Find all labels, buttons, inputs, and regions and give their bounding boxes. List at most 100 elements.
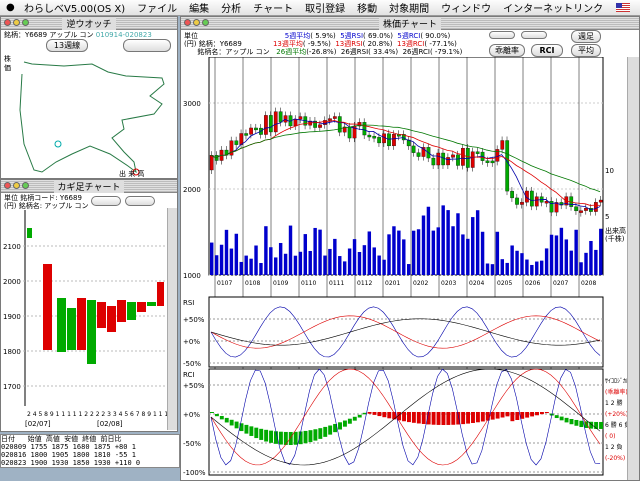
candle-body <box>392 134 396 147</box>
minimize-icon[interactable] <box>13 182 20 189</box>
candle-body <box>436 152 441 166</box>
month-label: 0204 <box>469 280 484 287</box>
candle-body <box>293 119 298 127</box>
volume-bar <box>520 253 524 275</box>
deviation-bar <box>466 412 471 424</box>
deviation-bar <box>288 431 293 445</box>
menu-edit[interactable]: 編集 <box>183 0 215 15</box>
kabuka-title-bar[interactable]: 株価チャート <box>181 16 639 30</box>
shuu-button[interactable]: 週足 <box>571 30 601 43</box>
rsi-tick: +0% <box>183 338 200 346</box>
menu-period[interactable]: 対象期間 <box>383 0 435 15</box>
deviation-bar <box>530 412 535 417</box>
us-flag-icon[interactable] <box>616 3 630 12</box>
deviation-bar <box>352 416 357 421</box>
rsi13-value: ( 20.8%) <box>362 40 393 48</box>
minimize-icon[interactable] <box>13 19 20 26</box>
menu-trade[interactable]: 取引登録 <box>299 0 351 15</box>
right-note: 1 2 負 <box>605 443 622 451</box>
deviation-bar <box>471 412 475 423</box>
rci-button[interactable]: RCI <box>531 44 563 57</box>
ma26-value: (-26.8%) <box>306 48 337 56</box>
volume-bar <box>584 252 588 275</box>
deviation-bar <box>411 412 416 423</box>
deviation-bar <box>584 421 589 428</box>
deviation-bar <box>210 412 214 413</box>
kabuka-scrollbar[interactable] <box>627 57 639 480</box>
average-button[interactable]: 平均 <box>571 44 601 57</box>
kagi-option-button-1[interactable] <box>91 196 121 206</box>
price-tick: 2000 <box>183 186 201 194</box>
menu-bar: ● わらしべV5.00(OS X) ファイル 編集 分析 チャート 取引登録 移… <box>0 0 640 16</box>
volume-bar <box>229 248 234 275</box>
kagi-bar <box>157 282 164 306</box>
deviation-bar <box>224 417 229 423</box>
volume-bar <box>239 261 243 275</box>
ma5-value: ( 5.9%) <box>310 32 336 40</box>
rci26-value: ( -79.1%) <box>429 48 463 56</box>
window-controls[interactable] <box>184 19 209 26</box>
kairi-button[interactable]: 乖離率 <box>489 44 525 57</box>
gyaku-title-bar[interactable]: 逆ウオッチ <box>1 16 177 30</box>
month-label: 0112 <box>357 280 372 287</box>
volume-bar <box>416 229 421 275</box>
menu-move[interactable]: 移動 <box>351 0 383 15</box>
period-button[interactable]: 13週線 <box>46 39 88 52</box>
menu-analysis[interactable]: 分析 <box>215 0 247 15</box>
deviation-bar <box>554 415 559 419</box>
deviation-bar <box>431 412 436 425</box>
close-icon[interactable] <box>4 182 11 189</box>
deviation-bar <box>510 412 515 422</box>
table-row: 020823 1900 1930 1850 1930 +110 0 <box>1 459 141 467</box>
blank-button-1[interactable] <box>489 31 515 39</box>
volume-bar <box>352 239 357 275</box>
unit-value: (円) <box>4 202 17 210</box>
volume-bar <box>234 233 239 275</box>
gyaku-option-button[interactable] <box>123 39 171 52</box>
kagi-scrollbar[interactable] <box>167 208 177 430</box>
kagi-option-button-2[interactable] <box>125 196 155 206</box>
menu-file[interactable]: ファイル <box>131 0 183 15</box>
candle-body <box>278 111 283 123</box>
window-controls[interactable] <box>4 182 29 189</box>
rci-label: RCI <box>183 371 194 379</box>
volume-bar <box>544 248 549 275</box>
menu-chart[interactable]: チャート <box>247 0 299 15</box>
candle-body <box>411 145 416 153</box>
volume-bar <box>525 259 529 275</box>
close-icon[interactable] <box>184 19 191 26</box>
candle-body <box>318 124 322 128</box>
volume-bar <box>357 252 362 275</box>
price-tick: 1000 <box>183 272 201 280</box>
volume-tick: 10 <box>605 167 614 175</box>
month-label: 0107 <box>217 280 232 287</box>
volume-bar <box>392 226 396 275</box>
menu-internet[interactable]: インターネットリンク <box>497 0 609 15</box>
kagi-y-tick: 1900 <box>3 313 21 321</box>
menu-window[interactable]: ウィンドウ <box>435 0 497 15</box>
minimize-icon[interactable] <box>193 19 200 26</box>
month-label: 0110 <box>301 280 316 287</box>
apple-menu-icon[interactable]: ● <box>0 2 18 13</box>
month-label: 0206 <box>525 280 540 287</box>
window-controls[interactable] <box>4 19 29 26</box>
volume-bar <box>461 234 465 275</box>
close-icon[interactable] <box>4 19 11 26</box>
deviation-bar <box>382 412 387 418</box>
volume-bar <box>475 210 480 275</box>
kagi-bar <box>57 298 66 352</box>
zoom-icon[interactable] <box>22 182 29 189</box>
rci5-label: 5週RCI <box>397 32 421 40</box>
candle-body <box>367 134 372 138</box>
blank-button-2[interactable] <box>521 31 547 39</box>
right-note: (乖離率) <box>605 388 627 396</box>
zoom-icon[interactable] <box>22 19 29 26</box>
candle-body <box>584 208 588 211</box>
volume-bar <box>244 255 248 275</box>
deviation-bar <box>564 417 569 423</box>
deviation-bar <box>342 420 347 427</box>
month-label: 0203 <box>441 280 456 287</box>
menu-app[interactable]: わらしべV5.00(OS X) <box>18 0 131 15</box>
zoom-icon[interactable] <box>202 19 209 26</box>
kagi-title-bar[interactable]: カギ足チャート <box>1 179 177 193</box>
